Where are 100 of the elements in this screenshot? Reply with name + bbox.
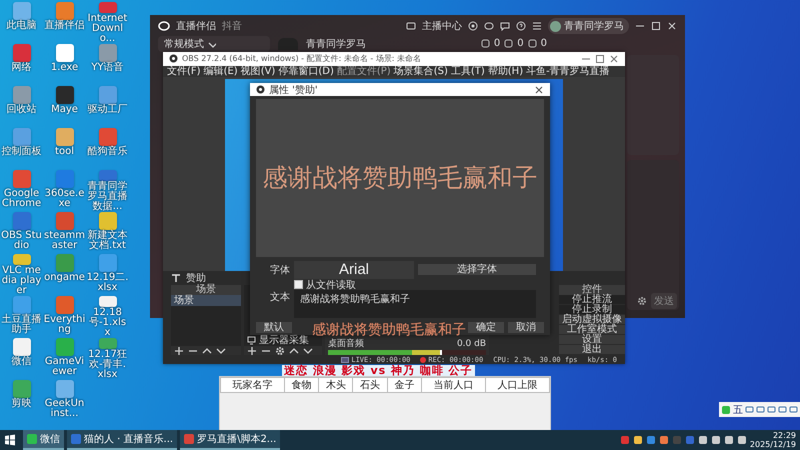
app-icon (27, 434, 37, 444)
platform-label: 抖音 (222, 20, 242, 33)
text-input-field[interactable]: 感谢战将赞助鸭毛赢和子 (294, 290, 536, 318)
icon-label: ongame (44, 273, 86, 283)
column-header[interactable]: 木头 (318, 378, 353, 392)
donation-overlay-text: 感谢战将赞助鸭毛赢和子 (312, 322, 466, 338)
icon-label: Google Chrome (0, 189, 42, 209)
checkbox-label: 从文件读取 (306, 278, 356, 292)
app-icon (184, 434, 194, 444)
source-item[interactable]: 显示器采集 (259, 335, 309, 346)
app-icon[interactable] (658, 435, 669, 445)
font-display[interactable]: Arial (294, 260, 414, 279)
panel-header: 场景 (171, 285, 241, 296)
menu-item[interactable]: 编辑(E) (204, 66, 238, 77)
control-button[interactable]: 退出 (559, 345, 625, 356)
icon-label: 直播伴侣 (44, 21, 86, 31)
field-label: 文本 (269, 290, 290, 304)
control-button[interactable]: 工作室模式 (559, 325, 625, 336)
icon-label: 控制面板 (0, 147, 42, 157)
icon-label: 新建文本文档.txt (86, 231, 128, 251)
column-header[interactable]: 人口上限 (485, 378, 550, 392)
stat-count: 0 (540, 38, 547, 49)
dialog-title: 属性 '赞助' (269, 84, 318, 96)
maximize-icon[interactable] (651, 21, 661, 31)
icon-label: 土豆直播助手 (0, 315, 42, 335)
menu-item[interactable]: 斗鱼-青青罗马直播 (526, 66, 610, 77)
icon-label: OBS Studio (0, 231, 42, 251)
app-icon[interactable] (12, 254, 30, 265)
icon-label: 12.19二.xlsx (86, 273, 128, 293)
audio-source-name: 桌面音频 (328, 339, 364, 350)
add-icon[interactable] (174, 346, 184, 356)
close-icon[interactable] (534, 84, 544, 94)
move-up-icon[interactable] (289, 346, 299, 356)
add-icon[interactable] (247, 346, 257, 356)
move-down-icon[interactable] (303, 346, 313, 356)
icon-label: 12.17狂欢-青丰.xlsx (87, 350, 128, 380)
taskbar-item[interactable]: 猫的人 · 直播音乐... (67, 430, 178, 450)
close-icon[interactable] (609, 54, 619, 64)
icon-label: 360se.exe (44, 189, 86, 209)
live-indicator-icon (341, 356, 350, 363)
field-label: 字体 (269, 264, 290, 277)
text-source-icon (171, 273, 181, 284)
icon-label: Internet Downlo... (86, 14, 128, 44)
menu-item[interactable]: 停靠窗口(D) (278, 66, 334, 77)
app-icon[interactable] (12, 338, 30, 356)
input-mode-label[interactable]: 五 (733, 402, 743, 416)
help-icon[interactable] (516, 21, 526, 31)
menu-item[interactable]: 视图(V) (240, 66, 276, 77)
move-down-icon[interactable] (216, 346, 226, 356)
move-up-icon[interactable] (202, 346, 212, 356)
menu-item[interactable]: 场景集合(S) (394, 66, 448, 77)
column-header[interactable]: 玩家名字 (220, 378, 284, 392)
menu-item[interactable]: 配置文件(P) (336, 66, 391, 77)
column-header[interactable]: 当前人口 (421, 378, 486, 392)
app-icon[interactable] (56, 44, 74, 62)
text-preview: 感谢战将赞助鸭毛赢和子 (256, 99, 544, 257)
taskbar-item[interactable]: 微信 (23, 430, 64, 450)
monitor-icon (247, 336, 256, 346)
ok-button[interactable]: 确定 (468, 322, 504, 333)
icon-label: GameViewer (44, 357, 86, 377)
record-icon[interactable] (468, 21, 478, 31)
anchor-center-link[interactable]: 主播中心 (422, 19, 462, 33)
menu-icon[interactable] (532, 21, 542, 31)
cancel-button[interactable]: 取消 (508, 322, 544, 333)
column-header[interactable]: 食物 (284, 378, 319, 392)
stat-count: 0 (494, 38, 500, 49)
mode-label[interactable]: 常规模式 (164, 36, 204, 50)
monitor-icon[interactable] (406, 21, 416, 31)
select-font-button[interactable]: 选择字体 (418, 264, 536, 276)
avatar-icon (550, 20, 561, 32)
record-dot-icon (420, 356, 426, 363)
window-title: 直播伴侣 (176, 20, 216, 33)
icon-label: 酷狗音乐 (86, 147, 128, 157)
icon-label: Everything (44, 315, 86, 335)
scene-item[interactable]: 场景 (171, 295, 241, 306)
menu-item[interactable]: 文件(F) (167, 66, 201, 77)
column-header[interactable]: 石头 (352, 378, 388, 392)
menu-item[interactable]: 工具(T) (450, 66, 485, 77)
defaults-button[interactable]: 默认 (256, 322, 292, 333)
icon-label: 微信 (10, 357, 32, 367)
app-icon[interactable] (56, 86, 74, 104)
app-icon[interactable] (98, 296, 116, 307)
user-chip[interactable]: 青青同学罗马 (548, 18, 629, 34)
icon-label: steammaster (44, 231, 86, 251)
user-name: 青青同学罗马 (564, 20, 624, 33)
menu-item[interactable]: 帮助(H) (488, 66, 524, 77)
app-icon[interactable] (98, 212, 116, 230)
icon-label: 青青同学罗马直播数据... (86, 182, 128, 212)
message-icon[interactable] (500, 21, 510, 31)
taskbar-item[interactable]: 罗马直播\脚本2... (180, 430, 280, 450)
chevron-down-icon[interactable] (208, 40, 216, 48)
chat-icon[interactable] (484, 21, 494, 31)
maximize-icon[interactable] (595, 54, 605, 64)
input-method-icon[interactable] (721, 404, 731, 414)
column-header[interactable]: 金子 (387, 378, 422, 392)
checkbox[interactable] (294, 280, 303, 290)
app-icon[interactable] (646, 435, 656, 445)
clock-date[interactable]: 2025/12/19 (750, 440, 796, 449)
clock-time[interactable]: 22:29 (772, 431, 796, 440)
window-title: OBS 27.2.4 (64-bit, windows) - 配置文件: 未命名 - 场景: 未命名 (182, 53, 422, 64)
